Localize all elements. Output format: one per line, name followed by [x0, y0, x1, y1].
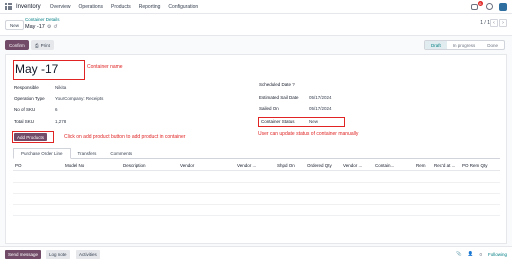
- apps-menu-icon[interactable]: [5, 3, 12, 10]
- table-row-divider: [13, 182, 500, 183]
- responsible-value[interactable]: Nikita: [55, 85, 66, 90]
- chatter-bar: Send message Log note Activities 📎 👤 0 F…: [0, 246, 512, 260]
- record-breadcrumb: May -17 ⚙ ↺: [25, 24, 58, 30]
- column-rem[interactable]: Rem: [416, 163, 426, 168]
- container-status-value[interactable]: New: [309, 119, 318, 124]
- column-ordered-qty[interactable]: Ordered Qty: [307, 163, 332, 168]
- column-container[interactable]: Contain...: [375, 163, 394, 168]
- column-description[interactable]: Description: [123, 163, 146, 168]
- tab-transfers[interactable]: Transfers: [71, 148, 104, 158]
- total-sku-value: 1,278: [55, 119, 67, 124]
- log-note-button[interactable]: Log note: [46, 250, 70, 259]
- no-of-sku-label: No of SKU: [14, 107, 36, 112]
- attachment-icon[interactable]: 📎: [456, 251, 462, 257]
- print-label: Print: [40, 42, 50, 48]
- responsible-label: Responsible: [14, 85, 39, 90]
- top-navbar: Inventory Overview Operations Products R…: [0, 0, 512, 14]
- menu-operations[interactable]: Operations: [79, 4, 103, 10]
- new-button[interactable]: New: [5, 20, 25, 30]
- operation-type-value[interactable]: YourCompany: Receipts: [55, 96, 103, 101]
- record-name: May -17: [25, 24, 45, 30]
- activities-button[interactable]: Activities: [76, 250, 100, 259]
- stage-draft[interactable]: Draft: [424, 41, 447, 49]
- table-row-divider: [13, 204, 500, 205]
- print-button[interactable]: ⎙ Print: [31, 40, 54, 50]
- operation-type-label: Operation Type: [14, 96, 45, 101]
- tab-purchase-order-line[interactable]: Purchase Order Line: [13, 148, 71, 159]
- column-po-rem-qty[interactable]: PO Rem Qty: [462, 163, 488, 168]
- add-products-annotation-note: Click on add product button to add produ…: [64, 134, 186, 140]
- estimated-sail-date-label: Estimated Sail Date: [259, 95, 299, 100]
- container-name-field[interactable]: May -17: [15, 62, 58, 76]
- following-button[interactable]: Following: [488, 252, 507, 257]
- scheduled-date-label: Scheduled Date ?: [259, 82, 295, 87]
- column-po[interactable]: PO: [15, 163, 22, 168]
- discard-icon[interactable]: ↺: [53, 24, 57, 30]
- menu-products[interactable]: Products: [111, 4, 131, 10]
- menu-configuration[interactable]: Configuration: [168, 4, 198, 10]
- column-vendor-3[interactable]: Vendor ...: [343, 163, 362, 168]
- tab-comments[interactable]: Comments: [103, 148, 139, 158]
- container-status-label: Container Status: [261, 119, 295, 124]
- send-message-button[interactable]: Send message: [5, 250, 42, 259]
- pager-arrows: ‹ ›: [490, 19, 507, 27]
- breadcrumb-container-details[interactable]: Container Details: [25, 17, 60, 22]
- followers-icon[interactable]: 👤: [468, 251, 474, 257]
- pager-value[interactable]: 1 / 1: [480, 20, 490, 26]
- status-bar: Draft In progress Done: [423, 40, 505, 50]
- menu-reporting[interactable]: Reporting: [139, 4, 161, 10]
- user-avatar[interactable]: [499, 2, 507, 11]
- stage-in-progress[interactable]: In progress: [447, 41, 482, 49]
- chat-icon[interactable]: 6: [471, 0, 483, 10]
- chatter-right: 📎 👤 0 Following: [456, 251, 507, 257]
- column-vendor-2[interactable]: Vendor ...: [237, 163, 256, 168]
- chat-badge: 6: [477, 0, 483, 6]
- menu-overview[interactable]: Overview: [50, 4, 71, 10]
- column-vendor[interactable]: Vendor: [180, 163, 194, 168]
- stage-done[interactable]: Done: [481, 41, 504, 49]
- sailed-on-value[interactable]: 05/17/2024: [309, 106, 332, 111]
- sailed-on-label: Sailed On: [259, 106, 279, 111]
- notebook-tabs: Purchase Order Line Transfers Comments: [13, 148, 500, 159]
- no-of-sku-value: 6: [55, 107, 58, 112]
- form-sheet: May -17 Container name Responsible Nikit…: [5, 54, 507, 244]
- activity-clock-icon[interactable]: [486, 3, 493, 10]
- status-annotation-note: User can update status of container manu…: [258, 131, 359, 137]
- column-shpd-on[interactable]: Shpd On: [277, 163, 295, 168]
- order-lines-table-header: PO Model No Description Vendor Vendor ..…: [13, 161, 500, 171]
- control-panel: New Container Details May -17 ⚙ ↺ 1 / 1 …: [0, 14, 512, 36]
- total-sku-label: Total SKU: [14, 119, 35, 124]
- pager-next-icon[interactable]: ›: [499, 19, 507, 27]
- title-annotation-note: Container name: [87, 64, 123, 70]
- gear-icon[interactable]: ⚙: [47, 24, 51, 30]
- confirm-button[interactable]: Confirm: [5, 40, 29, 50]
- table-row-divider: [13, 193, 500, 194]
- estimated-sail-date-value[interactable]: 05/17/2024: [309, 95, 332, 100]
- add-products-button[interactable]: Add Products: [14, 133, 48, 141]
- table-row-divider: [13, 215, 500, 216]
- followers-count[interactable]: 0: [479, 252, 482, 257]
- pager-prev-icon[interactable]: ‹: [490, 19, 498, 27]
- column-model-no[interactable]: Model No: [65, 163, 84, 168]
- column-recd-at[interactable]: Rec'd at ...: [434, 163, 455, 168]
- print-icon: ⎙: [35, 42, 39, 48]
- app-brand[interactable]: Inventory: [16, 4, 41, 10]
- action-bar: Confirm ⎙ Print Draft In progress Done: [0, 36, 512, 54]
